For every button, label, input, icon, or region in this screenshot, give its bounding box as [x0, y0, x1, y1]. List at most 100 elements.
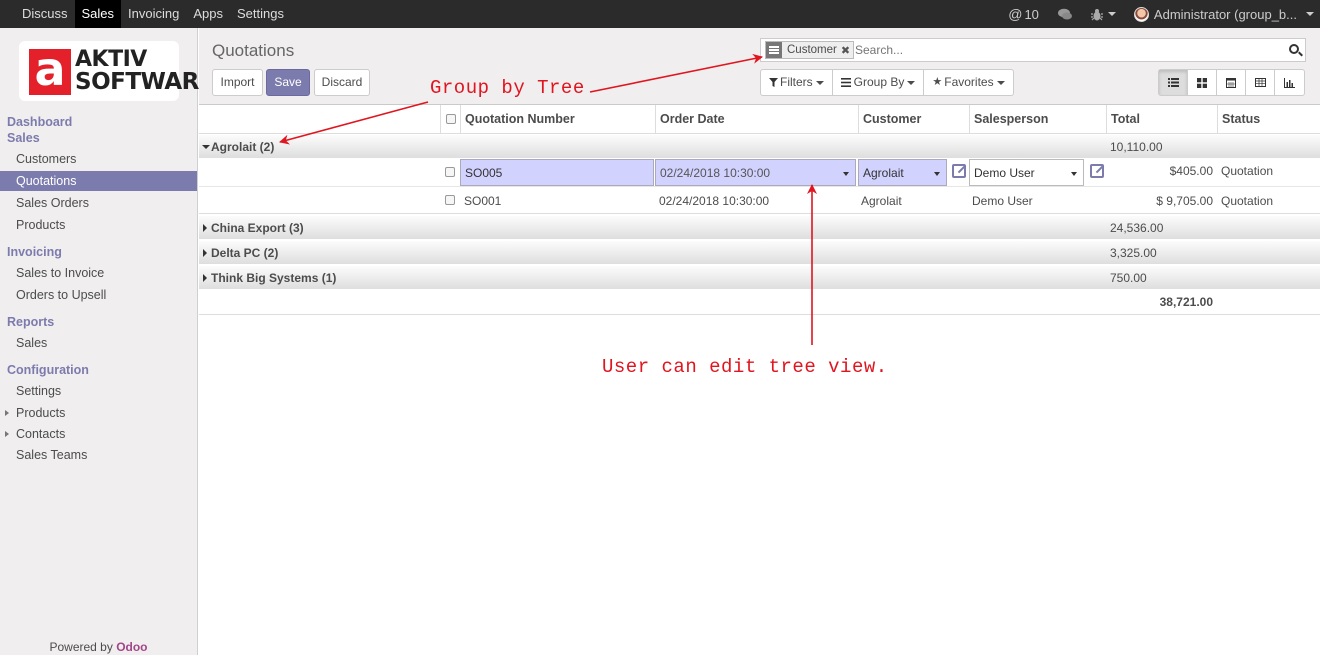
sidebar-item-orders-to-upsell[interactable]: Orders to Upsell [0, 285, 197, 305]
group-row-think-big[interactable]: Think Big Systems (1) 750.00 [199, 265, 1320, 289]
col-status[interactable]: Status [1217, 105, 1320, 134]
chevron-down-icon [934, 172, 940, 176]
sidebar-item-sales-teams[interactable]: Sales Teams [0, 445, 197, 465]
group-name: Agrolait (2) [211, 140, 275, 154]
col-salesperson[interactable]: Salesperson [969, 105, 1106, 134]
systray: @ 10 Administrator (group_b... [990, 0, 1314, 28]
favorites-button[interactable]: ★ Favorites [924, 70, 1012, 95]
search-icon[interactable] [1289, 44, 1299, 54]
section-dashboard[interactable]: Dashboard [7, 115, 72, 129]
table-row-editing[interactable]: SO005 02/24/2018 10:30:00 Agrolait Demo … [199, 158, 1320, 187]
group-total: 24,536.00 [1110, 221, 1164, 235]
odoo-link[interactable]: Odoo [116, 640, 147, 654]
search-facet-customer[interactable]: Customer ✖ [765, 41, 855, 59]
menu-apps[interactable]: Apps [186, 0, 230, 28]
salesperson-value: Demo User [974, 166, 1035, 180]
close-icon[interactable]: ✖ [841, 44, 850, 57]
chevron-down-icon [843, 172, 849, 176]
quotation-number-field[interactable]: SO005 [460, 159, 654, 186]
chevron-down-icon [815, 80, 824, 85]
sidebar-item-quotations[interactable]: Quotations [0, 171, 197, 191]
avatar [1133, 6, 1149, 22]
search-bar: Customer ✖ [760, 38, 1306, 62]
select-all-cell [440, 105, 460, 134]
sidebar-item-reports-sales[interactable]: Sales [0, 333, 197, 353]
sidebar-item-products[interactable]: Products [0, 215, 197, 235]
facet-label: Customer [787, 44, 837, 56]
grand-total: 38,721.00 [1159, 295, 1213, 309]
user-menu[interactable]: Administrator (group_b... [1133, 6, 1314, 22]
bar-chart-icon [1284, 77, 1295, 88]
chevron-down-icon [1107, 12, 1116, 16]
kanban-view-button[interactable] [1188, 70, 1217, 95]
mentions-button[interactable]: @ 10 [1008, 6, 1039, 22]
import-button[interactable]: Import [212, 69, 263, 96]
star-icon: ★ [932, 76, 943, 88]
group-row-agrolait[interactable]: Agrolait (2) 10,110.00 [199, 134, 1320, 158]
user-name: Administrator (group_b... [1153, 6, 1297, 22]
group-row-delta-pc[interactable]: Delta PC (2) 3,325.00 [199, 240, 1320, 264]
filters-button[interactable]: Filters [761, 70, 833, 95]
chat-button[interactable] [1057, 8, 1073, 21]
customer-field[interactable]: Agrolait [858, 159, 947, 186]
group-total: 750.00 [1110, 271, 1147, 285]
kanban-view-icon [1197, 77, 1207, 88]
section-configuration[interactable]: Configuration [7, 363, 89, 377]
group-name: Delta PC (2) [211, 246, 279, 260]
menu-invoicing[interactable]: Invoicing [121, 0, 186, 28]
menu-settings[interactable]: Settings [230, 0, 291, 28]
col-total[interactable]: Total [1106, 105, 1217, 134]
search-input[interactable] [855, 41, 1275, 59]
filter-icon [769, 78, 778, 87]
discard-button[interactable]: Discard [314, 69, 370, 96]
sidebar-item-customers[interactable]: Customers [0, 149, 197, 169]
menu-discuss[interactable]: Discuss [15, 0, 75, 28]
group-total: 3,325.00 [1110, 246, 1157, 260]
section-sales[interactable]: Sales [7, 131, 40, 145]
debug-button[interactable] [1090, 8, 1116, 21]
pivot-view-button[interactable] [1246, 70, 1275, 95]
sidebar-item-settings[interactable]: Settings [0, 381, 197, 401]
row-total: $ 9,705.00 [1156, 194, 1213, 208]
caret-down-icon [202, 145, 210, 149]
groupby-button[interactable]: Group By [833, 70, 925, 95]
sidebar-item-config-products[interactable]: Products [0, 403, 197, 423]
col-order-date[interactable]: Order Date [655, 105, 858, 134]
sidebar-item-sales-to-invoice[interactable]: Sales to Invoice [0, 263, 197, 283]
app-menu: Discuss Sales Invoicing Apps Settings [0, 0, 291, 28]
table-row[interactable]: SO001 02/24/2018 10:30:00 Agrolait Demo … [199, 187, 1320, 214]
section-reports[interactable]: Reports [7, 315, 54, 329]
sidebar-item-contacts[interactable]: Contacts [0, 424, 197, 444]
salesperson-field[interactable]: Demo User [969, 159, 1084, 186]
group-row-china-export[interactable]: China Export (3) 24,536.00 [199, 215, 1320, 239]
row-total: $405.00 [1169, 164, 1213, 178]
search-options: Filters Group By ★ Favorites [760, 69, 1014, 96]
row-checkbox[interactable] [445, 195, 455, 205]
bug-icon [1090, 8, 1103, 20]
chevron-down-icon [996, 80, 1005, 85]
chat-icon [1057, 8, 1072, 19]
graph-view-button[interactable] [1275, 70, 1304, 95]
list-view-button[interactable] [1159, 70, 1188, 95]
filters-label: Filters [780, 75, 813, 89]
external-link-icon[interactable] [952, 164, 966, 178]
company-logo[interactable]: a AKTIV SOFTWARE [19, 41, 215, 101]
group-name: China Export (3) [211, 221, 304, 235]
order-date-field[interactable]: 02/24/2018 10:30:00 [655, 159, 856, 186]
external-link-icon[interactable] [1090, 164, 1104, 178]
group-name: Think Big Systems (1) [211, 271, 337, 285]
top-navbar: Discuss Sales Invoicing Apps Settings @ … [0, 0, 1320, 28]
select-all-checkbox[interactable] [446, 114, 456, 124]
chevron-down-icon [1071, 172, 1077, 176]
menu-sales[interactable]: Sales [74, 0, 122, 28]
save-button[interactable]: Save [266, 69, 310, 96]
col-customer[interactable]: Customer [858, 105, 969, 134]
chevron-down-icon [1306, 12, 1314, 16]
section-invoicing[interactable]: Invoicing [7, 245, 62, 259]
sidebar: a AKTIV SOFTWARE Dashboard Sales Custome… [0, 28, 215, 655]
sidebar-item-sales-orders[interactable]: Sales Orders [0, 193, 197, 213]
row-checkbox[interactable] [445, 167, 455, 177]
row-date: 02/24/2018 10:30:00 [659, 194, 770, 208]
col-quotation-number[interactable]: Quotation Number [460, 105, 655, 134]
calendar-view-button[interactable] [1217, 70, 1246, 95]
